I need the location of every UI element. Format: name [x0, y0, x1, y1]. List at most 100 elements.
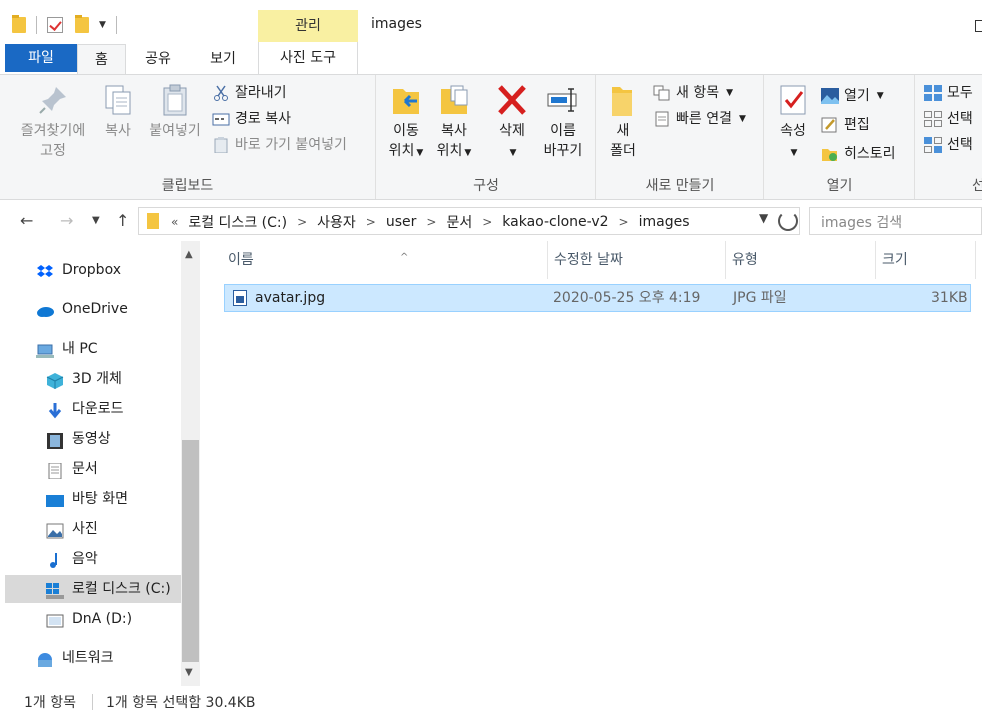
search-input[interactable]: images 검색: [809, 207, 982, 235]
new-group-label: 새로 만들기: [645, 178, 715, 194]
properties-icon[interactable]: [47, 17, 63, 33]
back-button[interactable]: ←: [20, 211, 33, 230]
chevron-right-icon[interactable]: >: [366, 215, 376, 229]
restore-icon[interactable]: [975, 20, 982, 32]
nav-item-pictures[interactable]: 사진: [46, 515, 180, 543]
chevron-right-icon[interactable]: >: [619, 215, 629, 229]
new-item-icon: [653, 85, 671, 101]
navigation-pane: Dropbox OneDrive 내 PC 3D 개체 다운로드 동영상 문서: [0, 241, 200, 686]
refresh-icon[interactable]: [778, 211, 798, 231]
forward-button[interactable]: →: [60, 211, 73, 230]
nav-item-local-disk-c[interactable]: 로컬 디스크 (C:): [5, 575, 181, 603]
new-folder-button[interactable]: 새 폴더: [603, 83, 643, 161]
breadcrumb-item[interactable]: images: [639, 214, 690, 230]
nav-label: 3D 개체: [72, 371, 122, 387]
column-header-name[interactable]: 이름 ^: [222, 241, 548, 279]
scrollbar-thumb[interactable]: [182, 440, 199, 662]
invert-selection-icon: [924, 137, 942, 153]
breadcrumb-item[interactable]: user: [386, 214, 417, 230]
nav-item-this-pc[interactable]: 내 PC: [36, 335, 180, 363]
history-icon: [821, 146, 839, 162]
paste-shortcut-button[interactable]: 바로 가기 붙여넣기: [212, 134, 347, 156]
chevron-right-icon[interactable]: >: [426, 215, 436, 229]
status-bar: 1개 항목 1개 항목 선택함 30.4KB: [0, 686, 982, 716]
select-none-button[interactable]: 선택: [924, 108, 973, 130]
nav-label: 로컬 디스크 (C:): [72, 581, 171, 597]
quick-access-toolbar: ▼: [12, 14, 123, 36]
nav-item-3d-objects[interactable]: 3D 개체: [46, 365, 180, 393]
nav-item-downloads[interactable]: 다운로드: [46, 395, 180, 423]
nav-item-network[interactable]: 네트워크: [36, 644, 180, 672]
cut-button[interactable]: 잘라내기: [212, 82, 287, 104]
title-bar: ▼ 관리 images: [0, 0, 982, 42]
copy-path-label: 경로 복사: [235, 111, 291, 127]
scroll-down-arrow[interactable]: ▼: [185, 667, 193, 678]
easy-access-label: 빠른 연결: [676, 111, 732, 127]
easy-access-button[interactable]: 빠른 연결 ▼: [653, 108, 746, 130]
copy-button[interactable]: 복사: [98, 83, 138, 141]
window-title: images: [371, 16, 422, 32]
nav-label: 문서: [72, 461, 98, 477]
properties-label: 속성: [780, 123, 806, 139]
dropbox-icon: [36, 262, 54, 278]
copy-path-button[interactable]: 경로 복사: [212, 108, 291, 130]
open-button[interactable]: 열기 ▼: [821, 85, 884, 107]
properties-button[interactable]: 속성 ▼: [771, 83, 815, 163]
drive-icon: [46, 611, 64, 628]
pin-to-quick-access-button[interactable]: 즐겨찾기에 고정: [14, 83, 92, 161]
new-item-button[interactable]: 새 항목 ▼: [653, 82, 733, 104]
scroll-up-arrow[interactable]: ▲: [185, 249, 193, 260]
paste-shortcut-label: 바로 가기 붙여넣기: [235, 137, 347, 153]
nav-item-music[interactable]: 음악: [46, 545, 180, 573]
delete-button[interactable]: 삭제 ▼: [489, 83, 535, 163]
chevron-down-icon: ▼: [876, 91, 884, 101]
breadcrumb-item[interactable]: kakao-clone-v2: [502, 214, 608, 230]
tab-photo-tools[interactable]: 사진 도구: [258, 42, 358, 74]
copy-to-button[interactable]: 복사 위치 ▼: [431, 83, 477, 163]
chevron-down-icon: ▼: [416, 148, 424, 158]
breadcrumb-item[interactable]: 로컬 디스크 (C:): [188, 212, 287, 232]
nav-item-videos[interactable]: 동영상: [46, 425, 180, 453]
invert-selection-button[interactable]: 선택: [924, 134, 973, 156]
desktop-icon: [46, 491, 64, 507]
address-dropdown-button[interactable]: ▼: [759, 211, 768, 225]
up-button[interactable]: ↑: [116, 211, 129, 230]
easy-access-icon: [653, 111, 671, 127]
file-size: 31KB: [931, 290, 968, 306]
history-button[interactable]: 히스토리: [821, 143, 896, 165]
nav-item-drive-d[interactable]: DnA (D:): [46, 605, 180, 633]
overflow-chevron[interactable]: «: [171, 215, 178, 229]
rename-button[interactable]: 이름 바꾸기: [539, 83, 587, 161]
chevron-right-icon[interactable]: >: [482, 215, 492, 229]
nav-item-onedrive[interactable]: OneDrive: [36, 295, 180, 323]
nav-pane-scrollbar[interactable]: ▲ ▼: [181, 241, 200, 686]
customize-toolbar-button[interactable]: ▼: [99, 20, 106, 30]
pin-icon: [36, 83, 70, 117]
tab-share[interactable]: 공유: [134, 44, 182, 74]
nav-item-documents[interactable]: 문서: [46, 455, 180, 483]
document-icon: [46, 461, 64, 480]
edit-button[interactable]: 편집: [821, 114, 870, 136]
chevron-right-icon[interactable]: >: [297, 215, 307, 229]
tab-file[interactable]: 파일: [5, 44, 77, 72]
paste-button[interactable]: 붙여넣기: [144, 83, 206, 141]
tab-home[interactable]: 홈: [77, 44, 126, 77]
table-row[interactable]: avatar.jpg 2020-05-25 오후 4:19 JPG 파일 31K…: [224, 284, 971, 312]
column-header-size[interactable]: 크기: [876, 241, 976, 279]
nav-item-desktop[interactable]: 바탕 화면: [46, 485, 180, 513]
address-bar[interactable]: « 로컬 디스크 (C:) > 사용자 > user > 문서 > kakao-…: [138, 207, 800, 235]
tab-view[interactable]: 보기: [197, 44, 249, 74]
divider: [36, 16, 37, 34]
nav-label: 바탕 화면: [72, 491, 128, 507]
recent-locations-button[interactable]: ▼: [92, 215, 100, 226]
new-folder-icon[interactable]: [75, 15, 89, 33]
nav-label: 다운로드: [72, 401, 124, 417]
select-all-button[interactable]: 모두: [924, 82, 973, 104]
nav-item-dropbox[interactable]: Dropbox: [36, 256, 180, 284]
column-header-modified[interactable]: 수정한 날짜: [548, 241, 726, 279]
move-to-button[interactable]: 이동 위치 ▼: [383, 83, 429, 163]
column-header-type[interactable]: 유형: [726, 241, 876, 279]
breadcrumb-item[interactable]: 사용자: [317, 212, 356, 232]
breadcrumb-item[interactable]: 문서: [446, 212, 472, 232]
copy-path-icon: [212, 111, 230, 127]
